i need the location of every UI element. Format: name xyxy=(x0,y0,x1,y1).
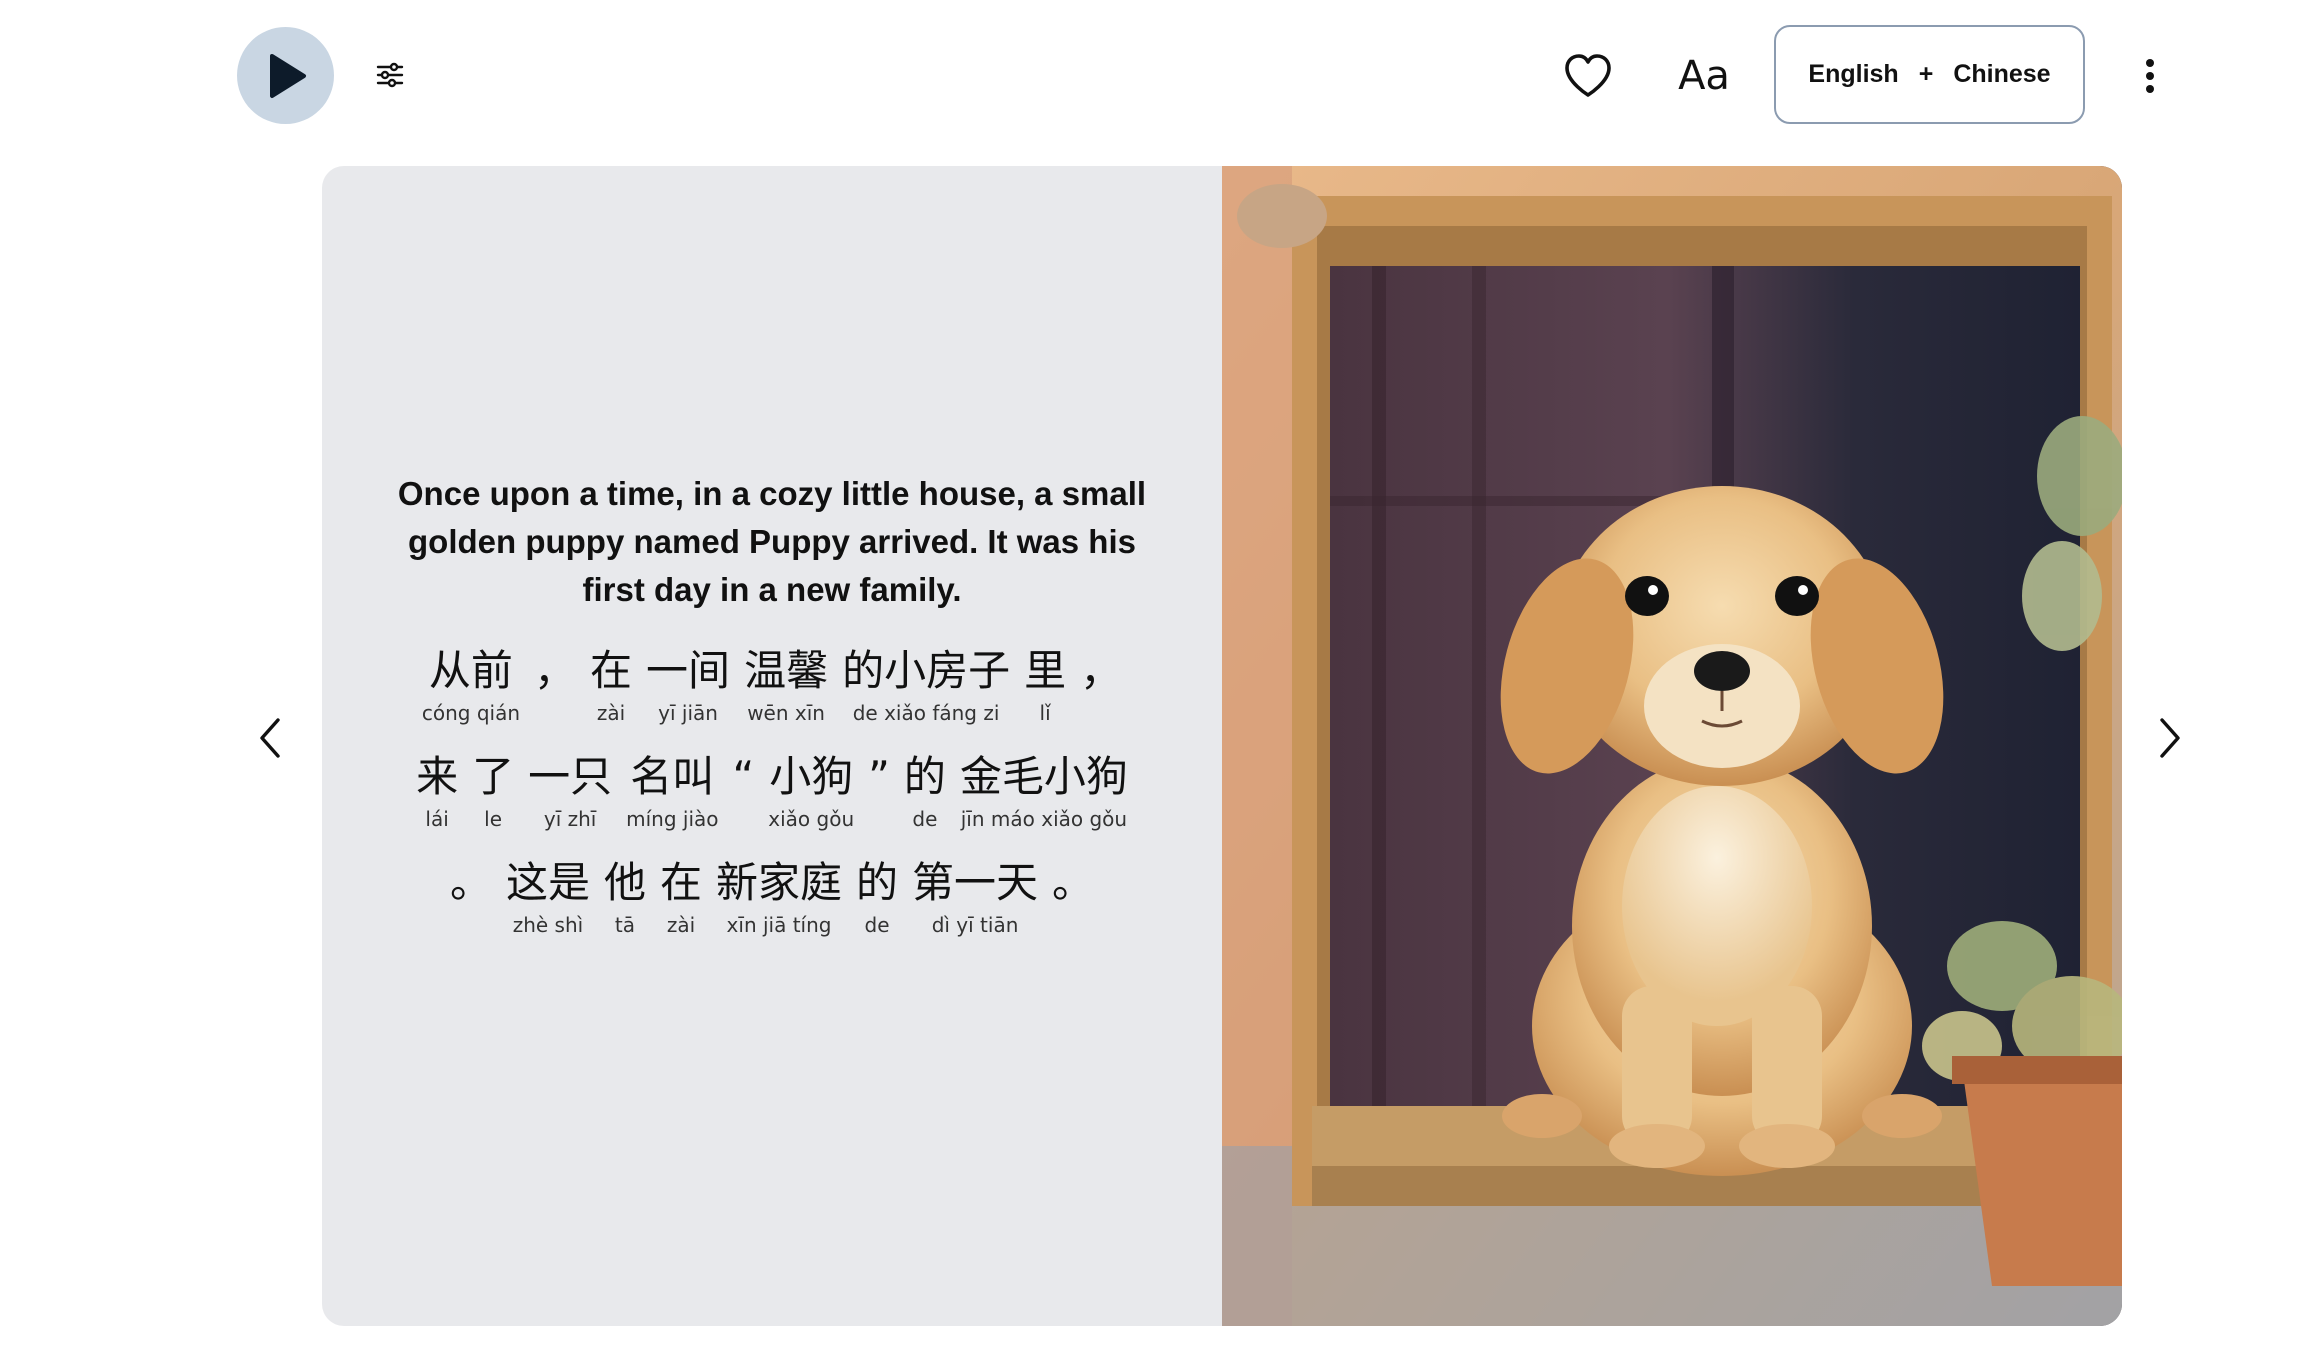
chinese-word[interactable]: “ xyxy=(733,750,755,834)
chinese-word[interactable]: 的小房子 de xiǎo fáng zi xyxy=(842,644,1010,728)
hanzi-text: 小狗 xyxy=(769,752,854,801)
hanzi-text: ， xyxy=(534,646,577,695)
puppy-illustration xyxy=(1222,166,2122,1326)
hanzi-text: 新家庭 xyxy=(716,858,843,907)
chinese-word[interactable]: 他 tā xyxy=(604,856,646,940)
chinese-word[interactable]: 的 de xyxy=(904,750,946,834)
language-toggle-button[interactable]: English + Chinese xyxy=(1774,25,2085,124)
chinese-word[interactable]: ， xyxy=(1080,644,1122,728)
pinyin-text: de xyxy=(912,807,938,831)
chinese-text-block: 从前 cóng qián ， 在 zài 一间 yī jiān 温馨 wēn xīn 的小房子 de… xyxy=(416,644,1128,962)
pinyin-text: tā xyxy=(614,913,636,937)
text-page: Once upon a time, in a cozy little house… xyxy=(322,166,1222,1326)
hanzi-text: 来 xyxy=(416,752,459,801)
hanzi-text: 第一天 xyxy=(912,858,1039,907)
pinyin-text: de xiǎo fáng zi xyxy=(852,701,1000,725)
chevron-right-icon xyxy=(2160,718,2180,758)
more-options-button[interactable] xyxy=(2130,48,2170,104)
chinese-word[interactable]: 在 zài xyxy=(660,856,702,940)
hanzi-text: 金毛小狗 xyxy=(959,752,1128,801)
pinyin-text: lái xyxy=(425,807,449,831)
play-icon xyxy=(269,53,306,98)
heart-icon xyxy=(1565,54,1611,97)
hanzi-text: 从前 xyxy=(428,646,513,695)
chinese-line: 从前 cóng qián ， 在 zài 一间 yī jiān 温馨 wēn xīn 的小房子 de… xyxy=(416,644,1128,728)
chinese-word[interactable]: 了 le xyxy=(472,750,514,834)
hanzi-text: 在 xyxy=(590,646,633,695)
pinyin-text: zhè shì xyxy=(512,913,584,937)
pinyin-text: de xyxy=(864,913,890,937)
chevron-left-icon xyxy=(260,718,280,758)
hanzi-text: 一只 xyxy=(528,752,613,801)
hanzi-text: 这是 xyxy=(505,858,590,907)
hanzi-text: 的 xyxy=(903,752,946,801)
chinese-word[interactable]: 的 de xyxy=(856,856,898,940)
favorite-button[interactable] xyxy=(1560,48,1616,104)
chinese-word[interactable]: 这是 zhè shì xyxy=(506,856,590,940)
pinyin-text: xīn jiā tíng xyxy=(726,913,832,937)
language-plus-separator: + xyxy=(1918,60,1934,88)
hanzi-text: 。 xyxy=(1052,858,1095,907)
storybook-spread: Once upon a time, in a cozy little house… xyxy=(322,166,2122,1326)
chinese-word[interactable]: 新家庭 xīn jiā tíng xyxy=(716,856,842,940)
hanzi-text: 里 xyxy=(1024,646,1067,695)
sliders-icon xyxy=(376,62,404,88)
chinese-word[interactable]: 从前 cóng qián xyxy=(422,644,520,728)
chinese-word[interactable]: 来 lái xyxy=(416,750,458,834)
pinyin-text: le xyxy=(484,807,503,831)
chinese-word[interactable]: ” xyxy=(868,750,890,834)
pinyin-text: lǐ xyxy=(1039,701,1051,725)
play-button[interactable] xyxy=(237,27,334,124)
chinese-word[interactable]: 在 zài xyxy=(590,644,632,728)
hanzi-text: ， xyxy=(1080,646,1123,695)
settings-button[interactable] xyxy=(370,55,410,95)
pinyin-text: dì yī tiān xyxy=(931,913,1019,937)
language-primary-label: English xyxy=(1808,60,1899,88)
hanzi-text: 的 xyxy=(856,858,899,907)
hanzi-text: 名叫 xyxy=(630,752,715,801)
chinese-word[interactable]: 。 xyxy=(1052,856,1094,940)
chinese-word[interactable]: 。 xyxy=(450,856,492,940)
hanzi-text: 。 xyxy=(449,858,492,907)
chinese-word[interactable]: ， xyxy=(534,644,576,728)
pinyin-text: xiǎo gǒu xyxy=(768,807,855,831)
kebab-menu-icon xyxy=(2146,59,2154,93)
chinese-line: 来 lái 了 le 一只 yī zhī 名叫 míng jiào “ 小狗 xiǎo gǒu ” 的 d… xyxy=(416,750,1128,834)
previous-page-button[interactable] xyxy=(245,708,295,768)
english-sentence: Once upon a time, in a cozy little house… xyxy=(397,475,1147,608)
hanzi-text: 在 xyxy=(659,858,702,907)
chinese-word[interactable]: 一只 yī zhī xyxy=(528,750,612,834)
chinese-word[interactable]: 一间 yī jiān xyxy=(646,644,730,728)
pinyin-text: míng jiào xyxy=(626,807,719,831)
hanzi-text: “ xyxy=(732,752,755,801)
next-page-button[interactable] xyxy=(2145,708,2195,768)
hanzi-text: 温馨 xyxy=(744,646,829,695)
pinyin-text: zài xyxy=(596,701,626,725)
hanzi-text: 他 xyxy=(603,858,646,907)
chinese-line: 。这是 zhè shì 他 tā 在 zài 新家庭 xīn jiā tíng 的 de 第一天 dì… xyxy=(416,856,1128,940)
hanzi-text: ” xyxy=(868,752,890,801)
chinese-word[interactable]: 名叫 míng jiào xyxy=(626,750,718,834)
chinese-word[interactable]: 金毛小狗 jīn máo xiǎo gǒu xyxy=(960,750,1128,834)
chinese-word[interactable]: 小狗 xiǎo gǒu xyxy=(768,750,854,834)
chinese-word[interactable]: 温馨 wēn xīn xyxy=(744,644,828,728)
reader-toolbar: Aa English + Chinese xyxy=(0,0,2314,150)
hanzi-text: 了 xyxy=(472,752,515,801)
pinyin-text: zài xyxy=(666,913,696,937)
language-secondary-label: Chinese xyxy=(1953,60,2051,88)
hanzi-text: 一间 xyxy=(646,646,731,695)
illustration-page xyxy=(1222,166,2122,1326)
pinyin-text: yī zhī xyxy=(543,807,597,831)
font-size-button[interactable]: Aa xyxy=(1664,48,1744,104)
pinyin-text: jīn máo xiǎo gǒu xyxy=(960,807,1128,831)
hanzi-text: 的小房子 xyxy=(842,646,1011,695)
chinese-word[interactable]: 里 lǐ xyxy=(1024,644,1066,728)
pinyin-text: cóng qián xyxy=(421,701,521,725)
pinyin-text: yī jiān xyxy=(658,701,718,725)
pinyin-text: wēn xīn xyxy=(747,701,825,725)
chinese-word[interactable]: 第一天 dì yī tiān xyxy=(912,856,1038,940)
